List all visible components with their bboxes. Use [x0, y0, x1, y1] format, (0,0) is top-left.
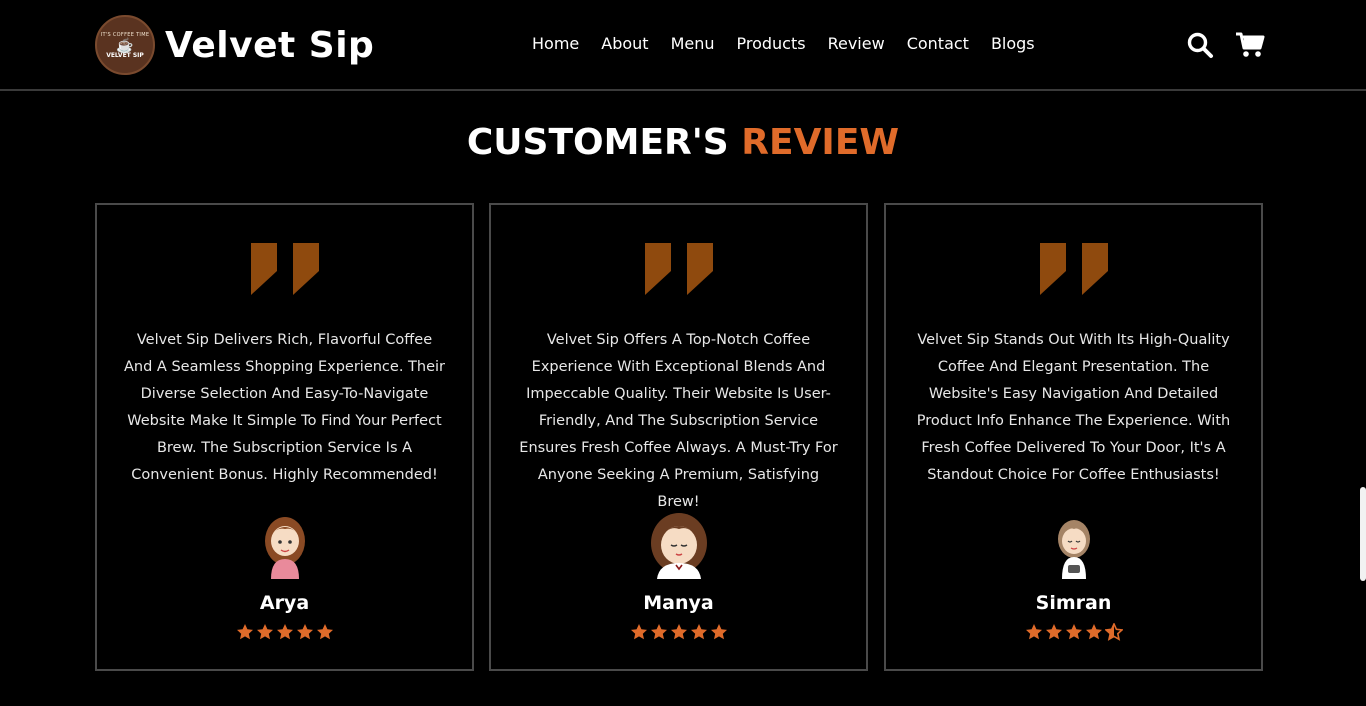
review-text: Velvet Sip Stands Out With Its High-Qual…	[916, 332, 1231, 483]
star-full-icon	[296, 624, 313, 640]
star-full-icon	[316, 624, 333, 640]
reviewer-name: Simran	[1035, 592, 1112, 614]
section-title: CUSTOMER'S REVIEW	[0, 122, 1366, 163]
nav-contact[interactable]: Contact	[907, 34, 969, 53]
star-rating	[97, 623, 472, 641]
quote-icon	[886, 243, 1261, 295]
star-full-icon	[276, 624, 293, 640]
main-nav: Home About Menu Products Review Contact …	[532, 34, 1035, 53]
nav-home[interactable]: Home	[532, 34, 579, 53]
avatar	[249, 507, 321, 579]
star-rating	[491, 623, 866, 641]
logo[interactable]: IT'S COFFEE TIME ☕ VELVET SIP Velvet Sip	[95, 15, 374, 75]
logo-badge: IT'S COFFEE TIME ☕ VELVET SIP	[95, 15, 155, 75]
nav-review[interactable]: Review	[828, 34, 885, 53]
star-full-icon	[1085, 624, 1102, 640]
review-text: Velvet Sip Delivers Rich, Flavorful Coff…	[124, 332, 445, 483]
star-full-icon	[256, 624, 273, 640]
section-title-accent: REVIEW	[741, 122, 900, 163]
star-full-icon	[630, 624, 647, 640]
star-full-icon	[1065, 624, 1082, 640]
reviewer-name: Manya	[643, 592, 714, 614]
coffee-cup-icon: ☕	[116, 36, 134, 53]
nav-menu[interactable]: Menu	[671, 34, 715, 53]
brand-name: Velvet Sip	[165, 24, 375, 66]
logo-badge-name: VELVET SIP	[106, 51, 144, 59]
nav-about[interactable]: About	[601, 34, 648, 53]
section-title-main: CUSTOMER'S	[466, 122, 729, 163]
site-header: IT'S COFFEE TIME ☕ VELVET SIP Velvet Sip…	[0, 0, 1366, 91]
star-full-icon	[650, 624, 667, 640]
cart-icon[interactable]	[1235, 30, 1265, 60]
avatar	[643, 507, 715, 579]
header-actions	[1185, 30, 1265, 60]
star-full-icon	[1025, 624, 1042, 640]
star-full-icon	[236, 624, 253, 640]
star-full-icon	[690, 624, 707, 640]
search-icon[interactable]	[1185, 30, 1215, 60]
nav-products[interactable]: Products	[737, 34, 806, 53]
reviewer-name: Arya	[259, 592, 310, 614]
page-scrollbar[interactable]	[1360, 487, 1366, 581]
star-full-icon	[1045, 624, 1062, 640]
avatar	[1038, 507, 1110, 579]
review-text: Velvet Sip Offers A Top-Notch Coffee Exp…	[519, 332, 838, 510]
review-card: Velvet Sip Delivers Rich, Flavorful Coff…	[95, 203, 474, 671]
star-full-icon	[710, 624, 727, 640]
quote-icon	[491, 243, 866, 295]
nav-blogs[interactable]: Blogs	[991, 34, 1035, 53]
review-card: Velvet Sip Offers A Top-Notch Coffee Exp…	[489, 203, 868, 671]
star-rating	[886, 623, 1261, 641]
quote-icon	[97, 243, 472, 295]
review-card: Velvet Sip Stands Out With Its High-Qual…	[884, 203, 1263, 671]
star-full-icon	[670, 624, 687, 640]
star-half-icon	[1104, 623, 1123, 641]
